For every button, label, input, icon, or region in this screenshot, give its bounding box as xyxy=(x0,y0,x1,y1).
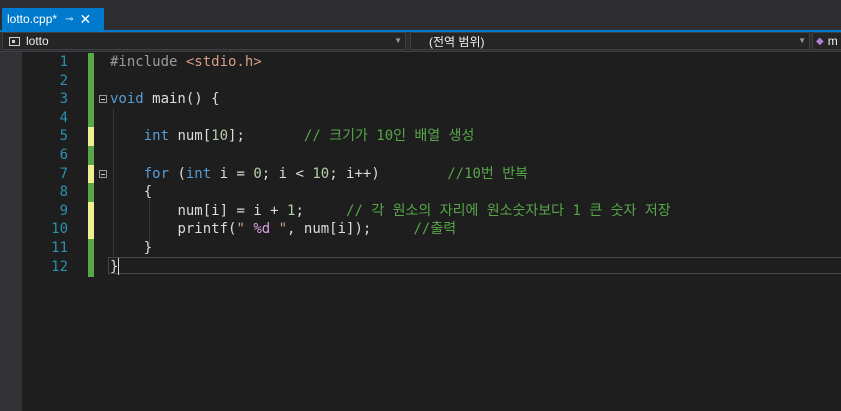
code-line[interactable]: 11 } xyxy=(0,239,841,258)
code-editor[interactable]: 1 #include <stdio.h> 2 3 void main() {4 5 int… xyxy=(0,52,841,411)
code-line[interactable]: 7 for (int i = 0; i < 10; i++) //10번 반복 xyxy=(0,164,841,184)
code-token: ]; xyxy=(228,128,245,145)
format-specifier: %d xyxy=(253,221,271,238)
saved-change-marker xyxy=(88,146,94,165)
unsaved-change-marker xyxy=(88,201,94,221)
tab-title: lotto.cpp* xyxy=(7,12,58,26)
unsaved-change-marker xyxy=(88,220,94,240)
navigation-bar: lotto ▼ (전역 범위) ▼ ◆ m xyxy=(0,32,841,52)
keyword-token: int xyxy=(185,165,212,182)
code-token: ; i++) xyxy=(329,165,380,182)
include-path-token: <stdio.h> xyxy=(185,54,262,70)
code-line[interactable]: 2 xyxy=(0,71,841,91)
member-function-icon: ◆ xyxy=(816,35,824,47)
code-token: , num[i]); xyxy=(287,221,372,238)
line-number: 11 xyxy=(51,240,68,256)
saved-change-marker xyxy=(88,257,94,277)
chevron-down-icon[interactable]: ▼ xyxy=(394,36,402,45)
line-number: 2 xyxy=(59,72,68,89)
code-text: } xyxy=(110,239,152,258)
saved-change-marker xyxy=(88,71,94,91)
code-text: for (int i = 0; i < 10; i++) //10번 반복 xyxy=(110,165,528,184)
code-line[interactable]: 5 int num[10]; // 크기가 10인 배열 생성 xyxy=(0,127,841,147)
code-line[interactable]: 4 xyxy=(0,108,841,128)
project-label: lotto xyxy=(26,34,49,48)
code-token: ; i < xyxy=(261,165,313,182)
scope-dropdown[interactable]: (전역 범위) ▼ xyxy=(410,32,810,50)
code-token: { xyxy=(143,184,153,201)
unsaved-change-marker xyxy=(88,164,94,184)
code-token: ; xyxy=(295,202,304,219)
line-number: 9 xyxy=(59,202,68,219)
string-literal: " xyxy=(236,221,254,238)
line-number: 7 xyxy=(59,165,68,182)
number-literal: 0 xyxy=(253,165,262,182)
scope-label: (전역 범위) xyxy=(429,34,485,49)
code-token: printf( xyxy=(177,221,237,238)
line-number: 12 xyxy=(51,258,68,275)
code-text: num[i] = i + 1; // 각 원소의 자리에 원소숫자보다 1 큰 … xyxy=(110,202,671,221)
saved-change-marker xyxy=(88,183,94,203)
collapse-toggle-icon[interactable] xyxy=(99,169,107,178)
code-line[interactable]: 3 void main() { xyxy=(0,90,841,110)
code-text: { xyxy=(110,183,152,202)
code-token: } xyxy=(143,240,153,256)
keyword-token: int xyxy=(143,128,170,145)
line-number: 4 xyxy=(59,109,68,126)
saved-change-marker xyxy=(88,108,94,128)
keyword-token: void xyxy=(110,91,144,108)
code-text: int num[10]; // 크기가 10인 배열 생성 xyxy=(110,127,475,146)
preprocessor-token: #include xyxy=(110,54,186,70)
comment-token: // 각 원소의 자리에 원소숫자보다 1 큰 숫자 저장 xyxy=(346,202,671,219)
line-number: 10 xyxy=(51,221,68,238)
comment-token: // 크기가 10인 배열 생성 xyxy=(303,128,475,145)
tab-lotto-cpp[interactable]: lotto.cpp* ⊸ ✕ xyxy=(2,8,104,30)
code-token: num[ xyxy=(169,128,212,145)
keyword-token: for xyxy=(143,165,170,182)
code-token: main() { xyxy=(143,91,220,108)
line-number: 1 xyxy=(59,54,68,70)
code-text: void main() { xyxy=(110,90,220,109)
close-icon[interactable]: ✕ xyxy=(79,12,91,26)
text-caret xyxy=(118,258,119,275)
chevron-down-icon[interactable]: ▼ xyxy=(798,36,806,45)
member-dropdown[interactable]: ◆ m xyxy=(812,32,841,50)
code-line[interactable]: 10 printf(" %d ", num[i]); //출력 xyxy=(0,220,841,240)
number-literal: 10 xyxy=(211,128,229,145)
saved-change-marker xyxy=(88,239,94,258)
code-line[interactable]: 12} xyxy=(0,257,841,277)
line-number: 3 xyxy=(59,91,68,108)
comment-token: //출력 xyxy=(413,221,457,238)
pin-icon[interactable]: ⊸ xyxy=(65,14,73,25)
number-literal: 10 xyxy=(312,165,330,182)
saved-change-marker xyxy=(88,90,94,110)
comment-token: //10번 반복 xyxy=(447,165,529,182)
code-token: i = xyxy=(211,165,254,182)
code-token: num[i] = i + xyxy=(177,202,288,219)
saved-change-marker xyxy=(88,53,94,72)
line-number: 5 xyxy=(59,128,68,145)
line-number: 8 xyxy=(59,184,68,201)
member-label: m xyxy=(827,34,838,48)
collapse-toggle-icon[interactable] xyxy=(99,95,107,104)
code-line[interactable]: 9 num[i] = i + 1; // 각 원소의 자리에 원소숫자보다 1 … xyxy=(0,201,841,221)
code-line[interactable]: 1 #include <stdio.h> xyxy=(0,53,841,72)
code-line[interactable]: 6 xyxy=(0,146,841,165)
line-number: 6 xyxy=(59,147,68,163)
code-line[interactable]: 8 { xyxy=(0,183,841,203)
document-tab-strip: lotto.cpp* ⊸ ✕ xyxy=(0,0,841,30)
cpp-project-icon xyxy=(9,36,20,46)
code-token: ( xyxy=(169,165,186,182)
string-literal: " xyxy=(270,221,288,238)
unsaved-change-marker xyxy=(88,127,94,147)
code-text: printf(" %d ", num[i]); //출력 xyxy=(110,220,456,239)
project-dropdown[interactable]: lotto ▼ xyxy=(2,32,406,50)
code-text: #include <stdio.h> xyxy=(110,53,262,72)
